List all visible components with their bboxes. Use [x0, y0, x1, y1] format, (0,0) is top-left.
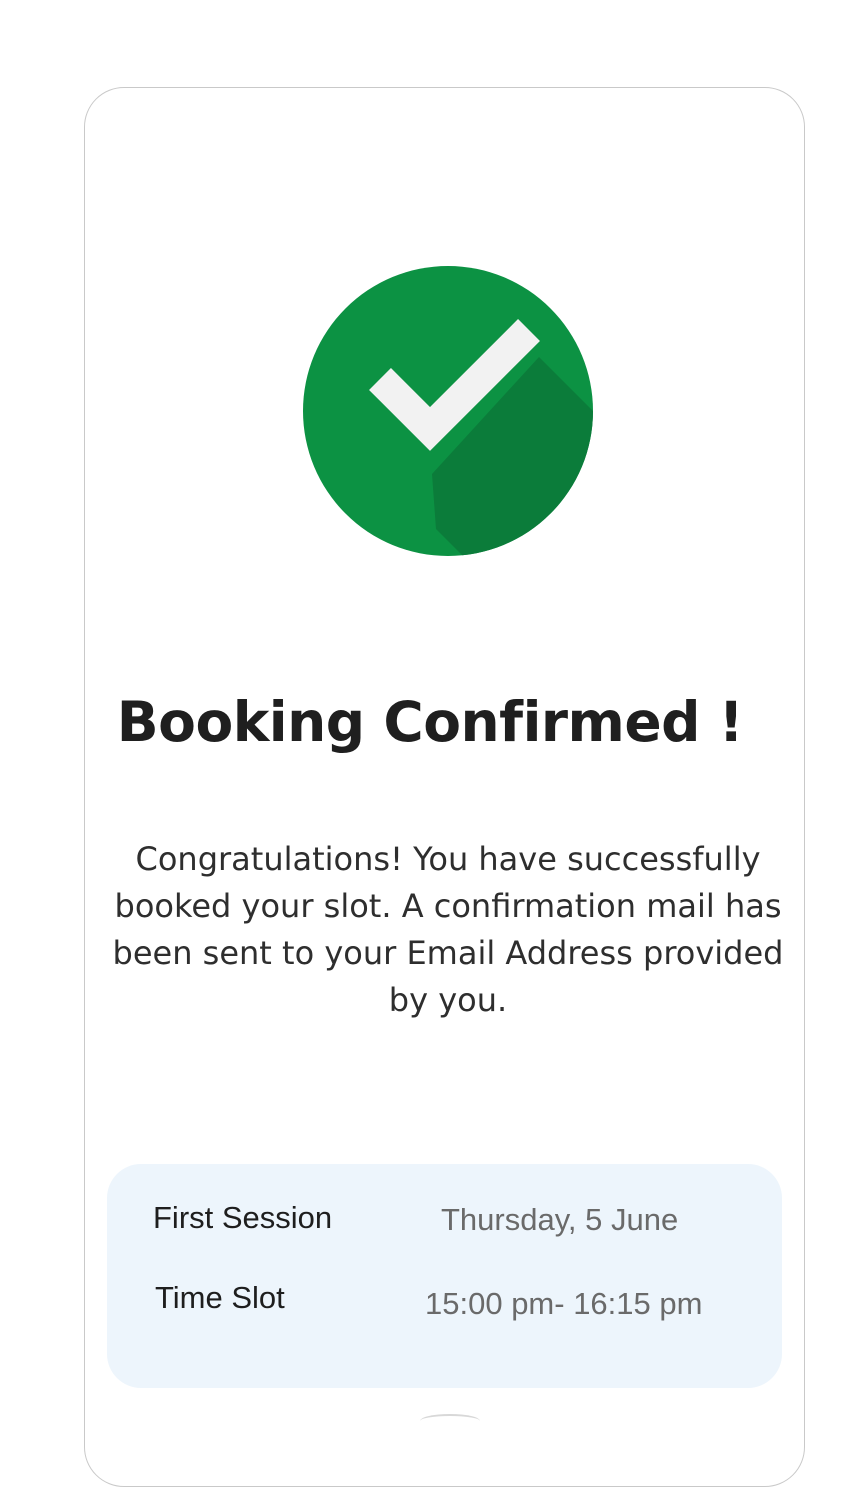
- time-slot-label: Time Slot: [155, 1280, 285, 1315]
- first-session-value: Thursday, 5 June: [441, 1202, 679, 1237]
- booking-details-panel: First Session Thursday, 5 June Time Slot…: [107, 1164, 782, 1388]
- check-circle-icon: [303, 266, 593, 556]
- first-session-label: First Session: [153, 1200, 333, 1235]
- time-slot-value: 15:00 pm- 16:15 pm: [425, 1286, 703, 1321]
- confirmation-message: Congratulations! You have successfully b…: [112, 840, 784, 1019]
- page-title: Booking Confirmed !: [116, 690, 744, 754]
- next-element-edge: [420, 1414, 480, 1428]
